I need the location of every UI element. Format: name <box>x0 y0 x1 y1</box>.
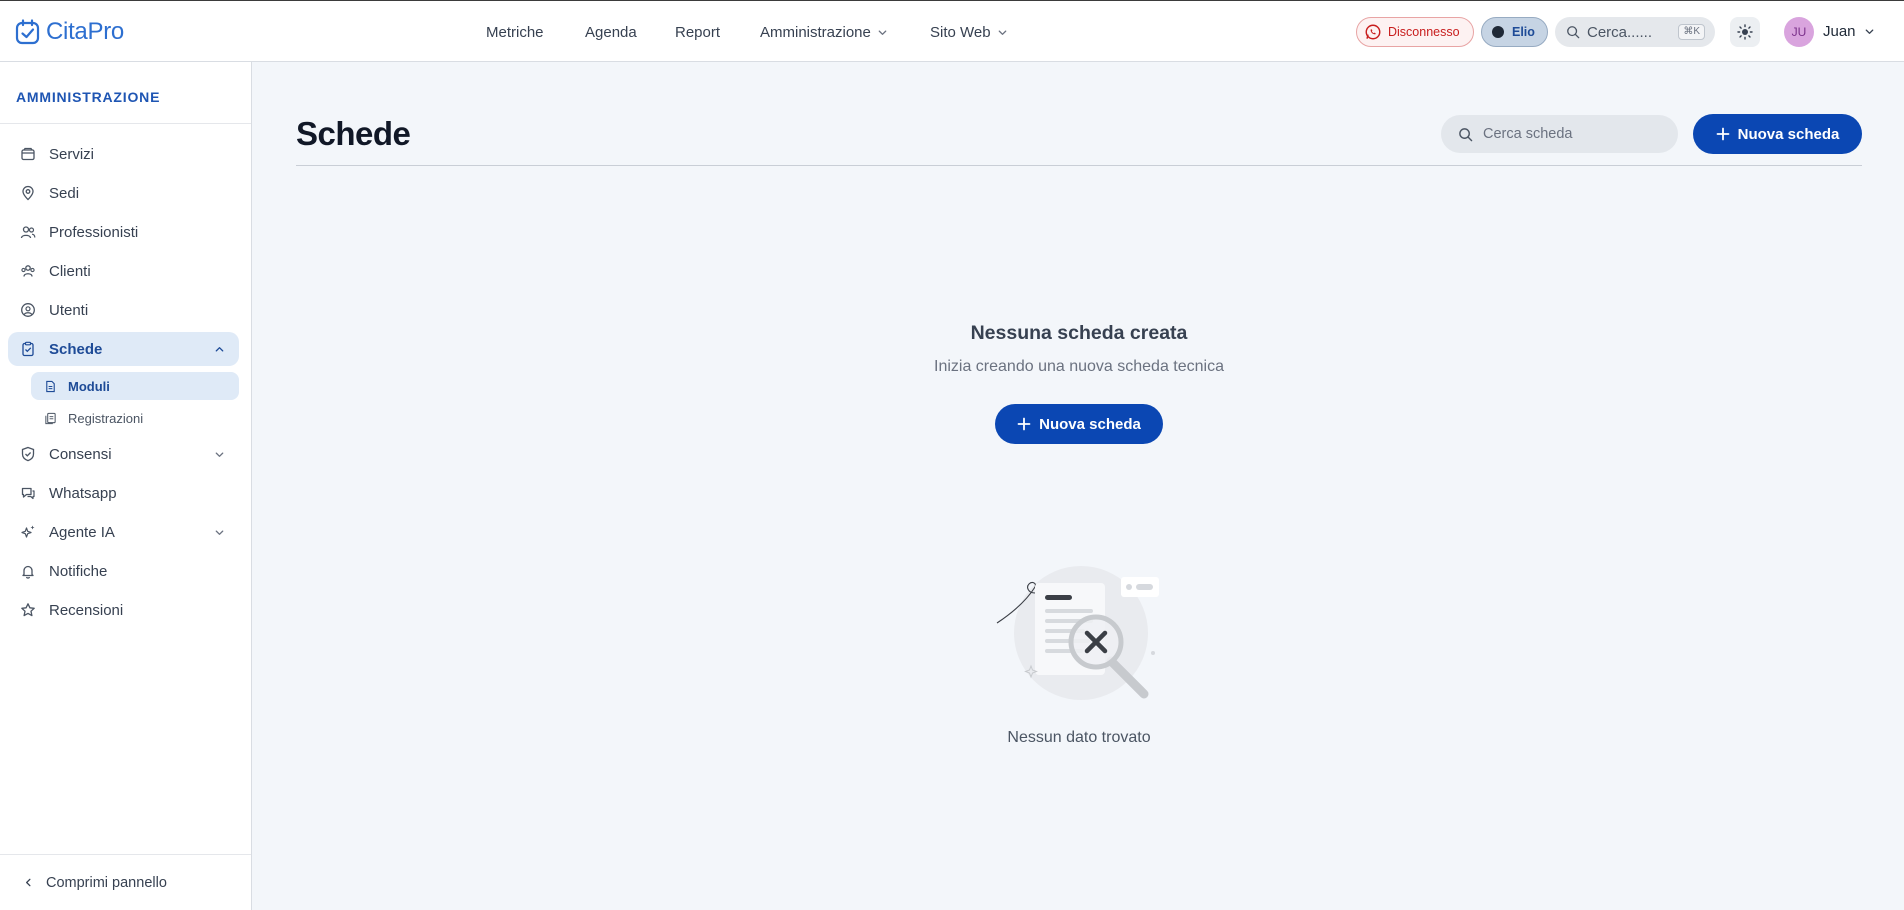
document-icon <box>46 380 55 392</box>
sidebar-subitem-label: Registrazioni <box>68 410 144 426</box>
nav-amministrazione[interactable]: Amministrazione <box>760 24 888 41</box>
nav-agenda[interactable]: Agenda <box>585 24 637 41</box>
sidebar-header: AMMINISTRAZIONE <box>0 62 251 124</box>
nav-label: Report <box>675 23 721 41</box>
sidebar-item-label: Agente IA <box>49 523 115 541</box>
nav-label: Agenda <box>585 23 637 41</box>
collapse-sidebar-label: Comprimi pannello <box>46 874 167 891</box>
sidebar-item-sedi[interactable]: Sedi <box>8 176 239 210</box>
chevron-up-icon <box>215 347 224 352</box>
sidebar-item-label: Clienti <box>49 262 91 280</box>
sidebar-item-label: Notifiche <box>49 562 108 580</box>
sidebar-item-label: Recensioni <box>49 601 124 619</box>
star-icon <box>21 603 35 617</box>
sidebar-item-whatsapp[interactable]: Whatsapp <box>8 476 239 510</box>
new-scheda-label: Nuova scheda <box>1737 125 1840 143</box>
nav-report[interactable]: Report <box>675 24 720 41</box>
chevron-left-icon <box>26 878 31 887</box>
search-icon <box>1567 26 1580 39</box>
nav-label: Metriche <box>486 23 544 41</box>
whatsapp-status-badge[interactable]: Disconnesso <box>1356 17 1474 47</box>
new-scheda-button[interactable]: Nuova scheda <box>1693 114 1862 154</box>
sidebar-subitem-moduli[interactable]: Moduli <box>31 372 239 400</box>
chevron-down-icon <box>215 452 224 457</box>
sidebar-item-schede[interactable]: Schede <box>8 332 239 366</box>
clipboard-icon <box>22 341 34 357</box>
sparkles-icon <box>21 525 35 538</box>
page-title: Schede <box>296 115 411 152</box>
sidebar-item-label: Utenti <box>49 301 89 319</box>
chat-icon <box>21 487 35 500</box>
schede-search-placeholder: Cerca scheda <box>1483 126 1573 142</box>
sidebar: AMMINISTRAZIONE Servizi Sedi Professioni… <box>0 62 252 910</box>
nav-label: Amministrazione <box>760 23 871 41</box>
global-search-placeholder: Cerca...... <box>1587 23 1653 41</box>
global-search[interactable]: Cerca...... ⌘K <box>1555 17 1715 47</box>
chevron-down-icon[interactable] <box>1864 26 1875 37</box>
sidebar-item-label: Servizi <box>49 145 95 163</box>
chevron-down-icon <box>998 29 1006 35</box>
sidebar-item-utenti[interactable]: Utenti <box>8 293 239 327</box>
sidebar-section-title: AMMINISTRAZIONE <box>16 89 161 105</box>
sidebar-item-label: Consensi <box>49 445 112 463</box>
sidebar-item-professionisti[interactable]: Professionisti <box>8 215 239 249</box>
sidebar-item-recensioni[interactable]: Recensioni <box>8 593 239 627</box>
user-name[interactable]: Juan <box>1823 23 1856 40</box>
search-icon <box>1459 127 1473 141</box>
empty-state-title: Nessuna scheda creata <box>970 322 1188 344</box>
empty-state-button-label: Nuova scheda <box>1039 415 1141 433</box>
no-results-illustration <box>996 566 1159 700</box>
logo-text: CitaPro <box>46 18 124 45</box>
assistant-avatar-icon <box>1492 26 1504 38</box>
empty-state-subtitle: Inizia creando una nuova scheda tecnica <box>934 358 1224 375</box>
group-icon <box>21 265 35 277</box>
sidebar-item-servizi[interactable]: Servizi <box>8 137 239 171</box>
sidebar-item-clienti[interactable]: Clienti <box>8 254 239 288</box>
chevron-down-icon <box>215 530 224 535</box>
empty-state-new-scheda-button[interactable]: Nuova scheda <box>995 404 1163 444</box>
schede-search-input[interactable]: Cerca scheda <box>1441 115 1678 153</box>
sidebar-item-label: Schede <box>49 340 103 358</box>
sidebar-item-label: Sedi <box>49 184 80 202</box>
whatsapp-status-label: Disconnesso <box>1388 25 1460 39</box>
sidebar-subitem-registrazioni[interactable]: Registrazioni <box>31 404 239 432</box>
no-data-text: Nessun dato trovato <box>1007 729 1151 746</box>
nav-metriche[interactable]: Metriche <box>486 24 544 41</box>
map-pin-icon <box>22 185 34 201</box>
nav-label: Sito Web <box>930 23 991 41</box>
app-logo[interactable]: CitaPro <box>15 17 124 47</box>
bell-icon <box>22 565 34 579</box>
sidebar-item-agente-ia[interactable]: Agente IA <box>8 515 239 549</box>
chevron-down-icon <box>878 29 887 35</box>
logo-icon <box>15 19 40 45</box>
top-navbar: CitaPro Metriche Agenda Report Amministr… <box>0 0 1904 62</box>
sidebar-item-label: Professionisti <box>49 223 139 241</box>
whatsapp-icon <box>1365 24 1381 40</box>
sidebar-subitem-label: Moduli <box>68 378 110 394</box>
nav-sito-web[interactable]: Sito Web <box>930 24 1008 41</box>
sidebar-item-consensi[interactable]: Consensi <box>8 437 239 471</box>
users-icon <box>20 226 36 239</box>
sidebar-item-notifiche[interactable]: Notifiche <box>8 554 239 588</box>
user-circle-icon <box>21 303 35 317</box>
sidebar-item-label: Whatsapp <box>49 484 117 502</box>
assistant-button[interactable]: Elio <box>1481 17 1548 47</box>
header-divider <box>296 165 1862 166</box>
assistant-label: Elio <box>1512 25 1535 39</box>
collapse-sidebar-button[interactable]: Comprimi pannello <box>0 854 251 910</box>
plus-icon <box>1716 127 1730 141</box>
documents-icon <box>45 412 56 424</box>
shortcut-hint: ⌘K <box>1678 24 1705 40</box>
shield-icon <box>21 446 35 462</box>
box-icon <box>21 147 35 161</box>
plus-icon <box>1017 417 1031 431</box>
theme-toggle-button[interactable] <box>1730 17 1760 47</box>
user-avatar[interactable]: JU <box>1784 17 1814 47</box>
sun-icon <box>1737 24 1753 40</box>
